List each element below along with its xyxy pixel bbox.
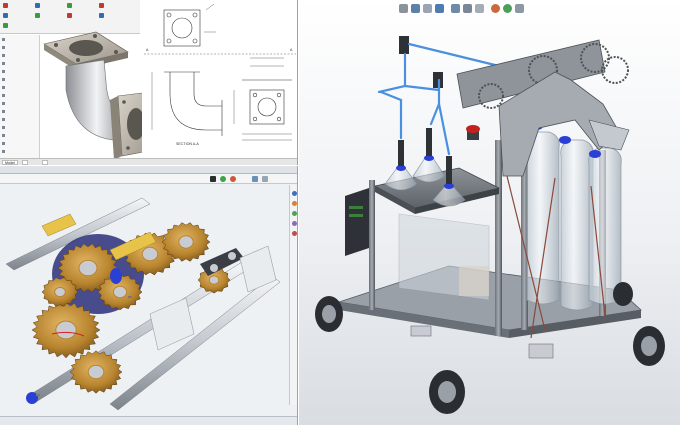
section-marker-label: A	[146, 48, 149, 52]
appearance-icon[interactable]	[230, 176, 236, 182]
gear-hub	[87, 364, 105, 380]
top-view-hole	[166, 12, 172, 18]
valve-stem	[426, 128, 432, 156]
view-toolbar	[0, 174, 297, 184]
side-view-outline	[249, 89, 285, 125]
dimension-leader	[205, 3, 215, 11]
funnel	[384, 167, 418, 191]
robot-model[interactable]	[299, 0, 680, 425]
frame-post	[495, 140, 502, 336]
valve-stem	[398, 140, 404, 166]
blue-end-cap	[110, 268, 122, 284]
board-component	[349, 214, 363, 217]
rebuild-icon[interactable]	[220, 176, 226, 182]
motor-bracket	[410, 325, 432, 337]
robot-assembly-window	[299, 0, 680, 425]
estop-button[interactable]	[466, 125, 480, 133]
section-marker-label: A	[290, 48, 293, 52]
view-orientation-icon[interactable]	[252, 176, 258, 182]
dimension-callout	[36, 394, 40, 396]
tab-model[interactable]: Model	[2, 160, 18, 165]
tube	[377, 52, 407, 94]
gear-assembly-model[interactable]	[0, 184, 289, 416]
solenoid-valve	[399, 36, 409, 54]
tab-sheet[interactable]	[42, 160, 48, 165]
gear-hub	[208, 275, 220, 285]
top-view-bore	[171, 17, 193, 39]
tube	[437, 102, 451, 156]
gear-hub	[178, 235, 194, 249]
tube	[379, 90, 403, 140]
bolt-hole	[54, 43, 58, 47]
blue-valve	[559, 136, 571, 144]
gear-assembly-window	[0, 166, 298, 425]
top-flange-bore	[69, 40, 103, 56]
side-view-hole	[252, 116, 258, 122]
pump-block	[459, 266, 489, 296]
tab-sheet[interactable]	[22, 160, 28, 165]
elbow-part-model[interactable]	[0, 0, 142, 165]
omni-wheel	[613, 282, 633, 306]
omni-wheel	[633, 326, 665, 366]
library-icon[interactable]	[292, 201, 297, 206]
bolt-hole	[122, 100, 126, 104]
front-view-inner	[193, 72, 222, 107]
dimension-callout	[128, 296, 132, 298]
frame-post	[369, 180, 375, 310]
task-pane	[289, 185, 297, 405]
front-view-outer	[169, 72, 222, 131]
select-icon[interactable]	[210, 176, 216, 182]
resources-icon[interactable]	[292, 191, 297, 196]
electronics-box	[345, 188, 369, 256]
plate-gear	[601, 56, 629, 84]
gear-hub	[54, 286, 66, 298]
bottle	[560, 139, 594, 311]
explorer-icon[interactable]	[292, 211, 297, 216]
gear-hub	[55, 320, 77, 340]
top-view-hole	[166, 38, 172, 44]
top-view-hole	[192, 12, 198, 18]
side-view-hole	[276, 92, 282, 98]
top-view-hole	[192, 38, 198, 44]
side-plate	[149, 297, 195, 351]
gear-hub	[78, 259, 98, 277]
side-view-bore	[257, 97, 277, 117]
bolt-hole	[114, 50, 118, 54]
bolt-hole	[93, 34, 97, 38]
side-view-hole	[252, 92, 258, 98]
omni-wheel	[429, 370, 465, 414]
valve-stem	[446, 156, 452, 184]
bolt-hole	[126, 146, 130, 150]
palette-icon[interactable]	[292, 221, 297, 226]
appearances-icon[interactable]	[292, 231, 297, 236]
gear-hub	[141, 246, 159, 262]
pin	[228, 252, 236, 260]
display-style-icon[interactable]	[262, 176, 268, 182]
top-view-outline	[163, 9, 201, 47]
drawing-views	[144, 3, 296, 141]
drawing-sheet[interactable]: A A SECTION A-A	[142, 2, 297, 156]
window-titlebar	[0, 166, 297, 174]
bottle	[526, 131, 560, 305]
pin	[210, 264, 218, 272]
funnel	[412, 157, 446, 183]
tube	[407, 42, 501, 68]
blue-valve	[589, 150, 601, 158]
drawing-window: A A SECTION A-A Model	[0, 0, 298, 165]
omni-wheel	[315, 296, 343, 332]
status-bar	[0, 416, 297, 425]
bolt-hole	[76, 58, 80, 62]
section-view-label: SECTION A-A	[176, 142, 199, 146]
side-view-hole	[276, 116, 282, 122]
gear-hub	[112, 285, 128, 299]
sheet-tabs: Model	[0, 158, 297, 165]
board-component	[349, 206, 363, 209]
motor-bracket	[528, 343, 554, 359]
bottle	[588, 147, 622, 305]
